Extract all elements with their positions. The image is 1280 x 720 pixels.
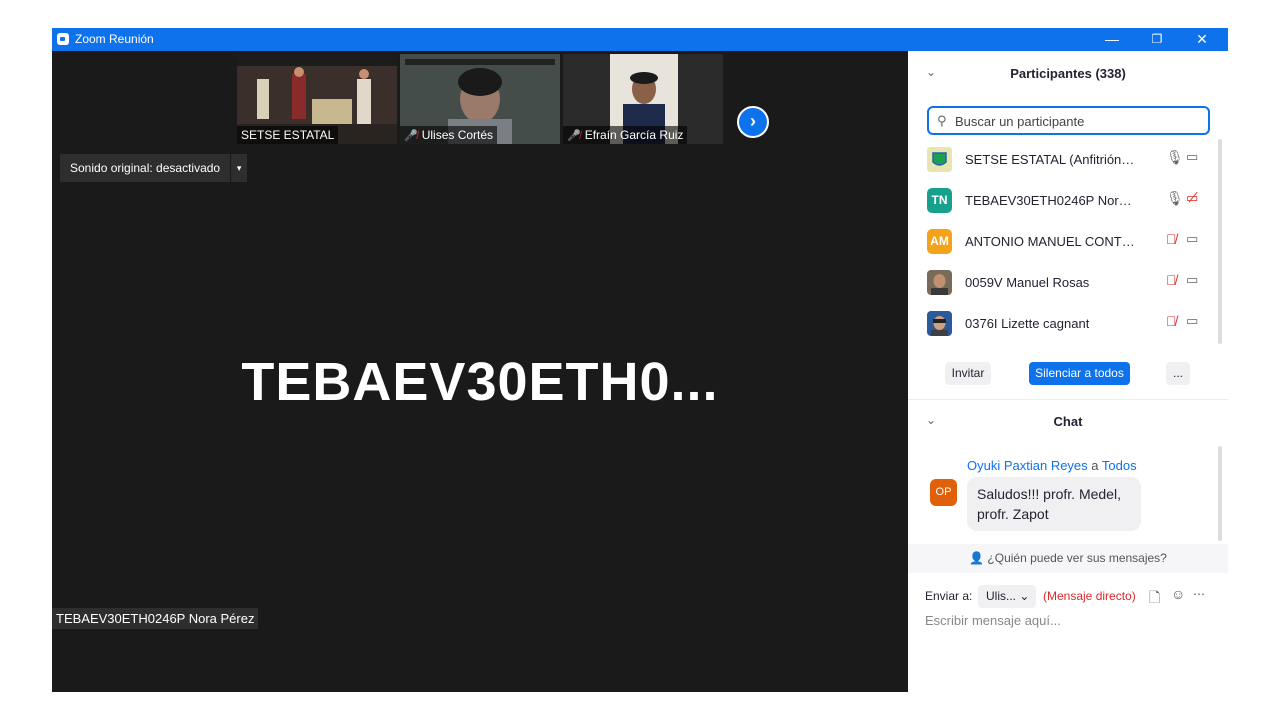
participants-scrollbar[interactable] <box>1218 139 1222 344</box>
send-to-row: Enviar a: Ulis... ⌄ (Mensaje directo) 🗋 … <box>925 585 1225 609</box>
search-icon: ⚲ <box>937 113 947 128</box>
chat-input[interactable]: Escribir mensaje aquí... <box>925 613 1061 628</box>
muted-mic-icon: 🎤̸ <box>567 130 581 142</box>
more-button[interactable]: ... <box>1166 362 1190 385</box>
participant-row[interactable]: 0059V Manuel Rosas 🎙̸ ▭ <box>908 262 1218 303</box>
participant-row[interactable]: TN TEBAEV30ETH0246P Nora Pérez 🎙 ▭̸ <box>908 180 1218 221</box>
participant-search[interactable]: ⚲ Buscar un participante <box>927 106 1210 135</box>
recipient-value: Ulis... <box>986 589 1016 603</box>
search-input[interactable]: Buscar un participante <box>955 114 1084 129</box>
emoji-icon[interactable]: ☺ <box>1171 586 1185 602</box>
participant-name: 0376I Lizette cagnant <box>965 316 1090 331</box>
avatar: OP <box>930 479 957 506</box>
participant-row[interactable]: SETSE ESTATAL (Anfitrión, yo) 🎙 ▭ <box>908 139 1218 180</box>
chevron-down-icon[interactable]: ▾ <box>231 163 247 174</box>
active-speaker-label: TEBAEV30ETH0246P Nora Pérez <box>52 608 259 629</box>
people-icon: 👤 <box>969 551 985 565</box>
chat-message-header: Oyuki Paxtian Reyes a Todos <box>967 458 1137 473</box>
camera-icon[interactable]: ▭ <box>1186 272 1198 288</box>
chat-message: Saludos!!! profr. Medel, profr. Zapot <box>967 477 1141 531</box>
original-sound-control[interactable]: Sonido original: desactivado ▾ <box>60 154 248 182</box>
thumbnail-name-text: Efraín García Ruiz <box>584 128 684 142</box>
who-can-see-link[interactable]: 👤 ¿Quién puede ver sus mensajes? <box>908 544 1228 573</box>
chat-sender[interactable]: Oyuki Paxtian Reyes <box>967 458 1088 473</box>
participant-name: TEBAEV30ETH0246P Nora Pérez <box>965 193 1137 208</box>
next-page-button[interactable]: › <box>737 106 769 138</box>
more-options-icon[interactable]: ⋯ <box>1193 587 1205 601</box>
camera-icon[interactable]: ▭ <box>1186 149 1198 165</box>
video-thumbnail[interactable]: 🎤̸ Efraín García Ruiz <box>563 54 723 144</box>
video-thumbnail[interactable]: SETSE ESTATAL <box>237 54 397 144</box>
muted-mic-icon[interactable]: 🎙̸ <box>1166 313 1177 329</box>
camera-off-icon[interactable]: ▭̸ <box>1186 190 1198 206</box>
camera-icon[interactable]: ▭ <box>1186 313 1198 329</box>
title-bar: Zoom Reunión — ❐ ✕ <box>52 28 1228 51</box>
video-area: SETSE ESTATAL 🎤̸Ulises Cortés 🎤̸Efraín <box>52 51 908 692</box>
thumbnail-name-text: Ulises Cortés <box>421 128 494 142</box>
participant-row[interactable]: AM ANTONIO MANUEL CONTRER... 🎙̸ ▭ <box>908 221 1218 262</box>
thumbnail-name: 🎤̸ Efraín García Ruiz <box>563 126 688 144</box>
who-can-see-text: ¿Quién puede ver sus mensajes? <box>987 551 1167 565</box>
microphone-icon[interactable]: 🎙 <box>1166 149 1184 166</box>
file-icon[interactable]: 🗋 <box>1149 587 1160 611</box>
participant-list: SETSE ESTATAL (Anfitrión, yo) 🎙 ▭ TN TEB… <box>908 139 1228 344</box>
muted-mic-icon[interactable]: 🎙̸ <box>1166 272 1177 288</box>
chat-recipient: Todos <box>1101 458 1137 473</box>
avatar: TN <box>927 188 952 213</box>
zoom-logo-icon <box>57 33 69 45</box>
muted-mic-icon: 🎤̸ <box>404 130 418 142</box>
avatar: AM <box>927 229 952 254</box>
participants-title: Participantes (338) <box>1010 66 1126 81</box>
camera-icon[interactable]: ▭ <box>1186 231 1198 247</box>
participant-row[interactable]: 0376I Lizette cagnant 🎙̸ ▭ <box>908 303 1218 344</box>
zoom-window: Zoom Reunión — ❐ ✕ SETSE ESTATAL 🎤̸ Ulis… <box>52 28 1228 692</box>
thumbnail-name: 🎤̸ Ulises Cortés <box>400 126 498 144</box>
setse-logo-icon <box>927 147 952 172</box>
participant-name: ANTONIO MANUEL CONTRER... <box>965 234 1137 249</box>
participant-name: SETSE ESTATAL (Anfitrión, yo) <box>965 152 1137 167</box>
profile-photo <box>927 311 952 336</box>
microphone-icon[interactable]: 🎙 <box>1166 190 1184 207</box>
close-button[interactable]: ✕ <box>1179 28 1225 51</box>
send-to-label: Enviar a: <box>925 589 973 603</box>
muted-mic-icon[interactable]: 🎙̸ <box>1166 231 1177 247</box>
divider <box>908 399 1228 400</box>
chat-to-word: a <box>1091 458 1099 473</box>
recipient-dropdown[interactable]: Ulis... ⌄ <box>978 585 1036 608</box>
chat-scrollbar[interactable] <box>1218 446 1222 541</box>
direct-message-label: (Mensaje directo) <box>1043 589 1136 603</box>
side-panel: ⌄ Participantes (338) ⚲ Buscar un partic… <box>908 51 1228 692</box>
video-thumbnail[interactable]: 🎤̸ Ulises Cortés <box>400 54 560 144</box>
invite-button[interactable]: Invitar <box>945 362 991 385</box>
chat-title: Chat <box>1053 414 1083 429</box>
original-sound-label[interactable]: Sonido original: desactivado <box>60 154 232 182</box>
participant-name: 0059V Manuel Rosas <box>965 275 1090 290</box>
restore-button[interactable]: ❐ <box>1134 28 1180 51</box>
minimize-button[interactable]: — <box>1089 28 1135 51</box>
window-title: Zoom Reunión <box>75 32 154 46</box>
avatar <box>927 147 952 172</box>
active-speaker-name: TEBAEV30ETH0... <box>241 352 719 412</box>
avatar <box>927 270 952 295</box>
thumbnail-name: SETSE ESTATAL <box>237 126 339 144</box>
mute-all-button[interactable]: Silenciar a todos <box>1029 362 1130 385</box>
profile-photo <box>927 270 952 295</box>
avatar <box>927 311 952 336</box>
